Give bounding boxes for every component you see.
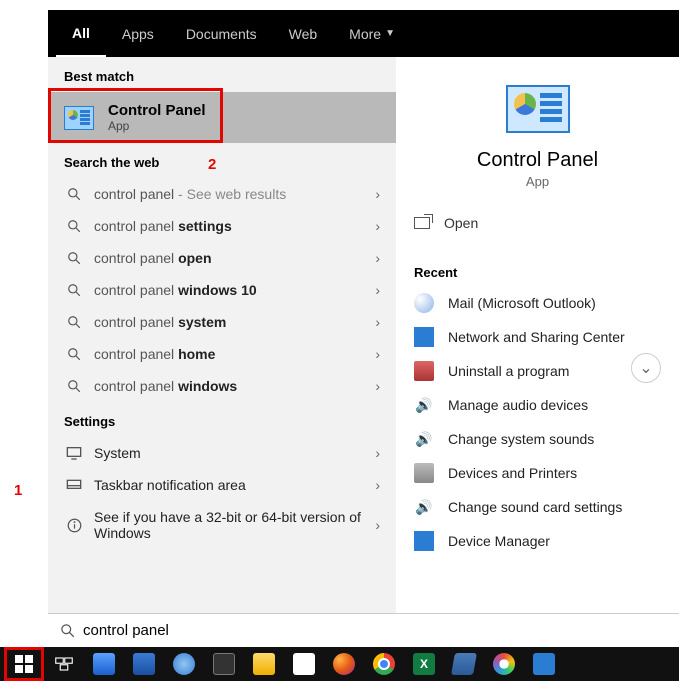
annotation-label-1: 1 bbox=[14, 482, 22, 499]
chevron-down-icon: ▼ bbox=[385, 28, 395, 39]
chevron-right-icon: › bbox=[375, 314, 380, 330]
expand-button[interactable]: ⌄ bbox=[631, 353, 661, 383]
search-icon bbox=[64, 315, 84, 329]
settings-result-bitness[interactable]: See if you have a 32-bit or 64-bit versi… bbox=[48, 501, 396, 549]
search-icon bbox=[64, 187, 84, 201]
chevron-right-icon: › bbox=[375, 477, 380, 493]
taskbar-app[interactable] bbox=[444, 647, 484, 681]
network-icon bbox=[414, 327, 434, 347]
search-icon bbox=[64, 283, 84, 297]
open-icon bbox=[414, 217, 430, 229]
taskbar-app[interactable] bbox=[284, 647, 324, 681]
taskbar-app[interactable] bbox=[124, 647, 164, 681]
search-filter-tabs: All Apps Documents Web More▼ bbox=[48, 10, 679, 57]
annotation-frame bbox=[48, 88, 223, 143]
search-icon bbox=[60, 623, 75, 638]
uninstall-icon bbox=[414, 361, 434, 381]
chevron-right-icon: › bbox=[375, 346, 380, 362]
search-bar[interactable] bbox=[48, 613, 679, 647]
speaker-icon: 🔊 bbox=[414, 395, 434, 415]
chevron-right-icon: › bbox=[375, 378, 380, 394]
search-web-label: Search the web bbox=[48, 143, 396, 178]
tab-documents[interactable]: Documents bbox=[170, 10, 273, 57]
detail-title: Control Panel bbox=[396, 149, 679, 172]
best-match-label: Best match bbox=[48, 57, 396, 92]
web-result[interactable]: control panel - See web results › bbox=[48, 178, 396, 210]
speaker-icon: 🔊 bbox=[414, 497, 434, 517]
recent-item[interactable]: Device Manager bbox=[396, 524, 679, 558]
tab-apps[interactable]: Apps bbox=[106, 10, 170, 57]
recent-label: Recent bbox=[396, 241, 679, 286]
annotation-frame bbox=[4, 647, 44, 681]
recent-item[interactable]: Devices and Printers bbox=[396, 456, 679, 490]
tab-web[interactable]: Web bbox=[273, 10, 334, 57]
mail-icon bbox=[414, 293, 434, 313]
taskbar-app[interactable] bbox=[204, 647, 244, 681]
tab-more[interactable]: More▼ bbox=[333, 10, 411, 57]
settings-result-taskbar[interactable]: Taskbar notification area › bbox=[48, 469, 396, 501]
search-icon bbox=[64, 251, 84, 265]
web-result[interactable]: control panel settings › bbox=[48, 210, 396, 242]
task-view-button[interactable] bbox=[44, 647, 84, 681]
chevron-right-icon: › bbox=[375, 218, 380, 234]
taskbar: X bbox=[0, 647, 679, 681]
chevron-right-icon: › bbox=[375, 250, 380, 266]
file-explorer-button[interactable] bbox=[244, 647, 284, 681]
firefox-button[interactable] bbox=[324, 647, 364, 681]
control-panel-icon bbox=[506, 85, 570, 133]
chevron-right-icon: › bbox=[375, 445, 380, 461]
search-icon bbox=[64, 347, 84, 361]
recent-item[interactable]: Network and Sharing Center bbox=[396, 320, 679, 354]
taskbar-app[interactable] bbox=[524, 647, 564, 681]
start-button[interactable] bbox=[4, 647, 44, 681]
web-result[interactable]: control panel home › bbox=[48, 338, 396, 370]
detail-panel: Control Panel App Open ⌄ Recent Mail (Mi… bbox=[396, 57, 679, 613]
web-result[interactable]: control panel windows 10 › bbox=[48, 274, 396, 306]
recent-item[interactable]: 🔊Change sound card settings bbox=[396, 490, 679, 524]
settings-label: Settings bbox=[48, 402, 396, 437]
annotation-label-2: 2 bbox=[208, 156, 216, 173]
paint-button[interactable] bbox=[484, 647, 524, 681]
taskbar-icon bbox=[64, 479, 84, 491]
info-icon bbox=[64, 518, 84, 533]
open-action[interactable]: Open bbox=[396, 205, 679, 241]
search-icon bbox=[64, 379, 84, 393]
excel-button[interactable]: X bbox=[404, 647, 444, 681]
device-manager-icon bbox=[414, 531, 434, 551]
printer-icon bbox=[414, 463, 434, 483]
web-result[interactable]: control panel windows › bbox=[48, 370, 396, 402]
recent-item[interactable]: 🔊Manage audio devices bbox=[396, 388, 679, 422]
recent-item[interactable]: 🔊Change system sounds bbox=[396, 422, 679, 456]
web-result[interactable]: control panel system › bbox=[48, 306, 396, 338]
taskbar-app[interactable] bbox=[84, 647, 124, 681]
detail-subtitle: App bbox=[396, 174, 679, 189]
monitor-icon bbox=[64, 446, 84, 460]
chevron-right-icon: › bbox=[375, 517, 380, 533]
search-icon bbox=[64, 219, 84, 233]
chevron-right-icon: › bbox=[375, 186, 380, 202]
chevron-down-icon: ⌄ bbox=[639, 358, 652, 378]
chrome-button[interactable] bbox=[364, 647, 404, 681]
recent-item[interactable]: Mail (Microsoft Outlook) bbox=[396, 286, 679, 320]
web-result[interactable]: control panel open › bbox=[48, 242, 396, 274]
speaker-icon: 🔊 bbox=[414, 429, 434, 449]
chevron-right-icon: › bbox=[375, 282, 380, 298]
settings-result-system[interactable]: System › bbox=[48, 437, 396, 469]
search-input[interactable] bbox=[83, 622, 667, 639]
tab-all[interactable]: All bbox=[56, 10, 106, 57]
taskbar-app[interactable] bbox=[164, 647, 204, 681]
